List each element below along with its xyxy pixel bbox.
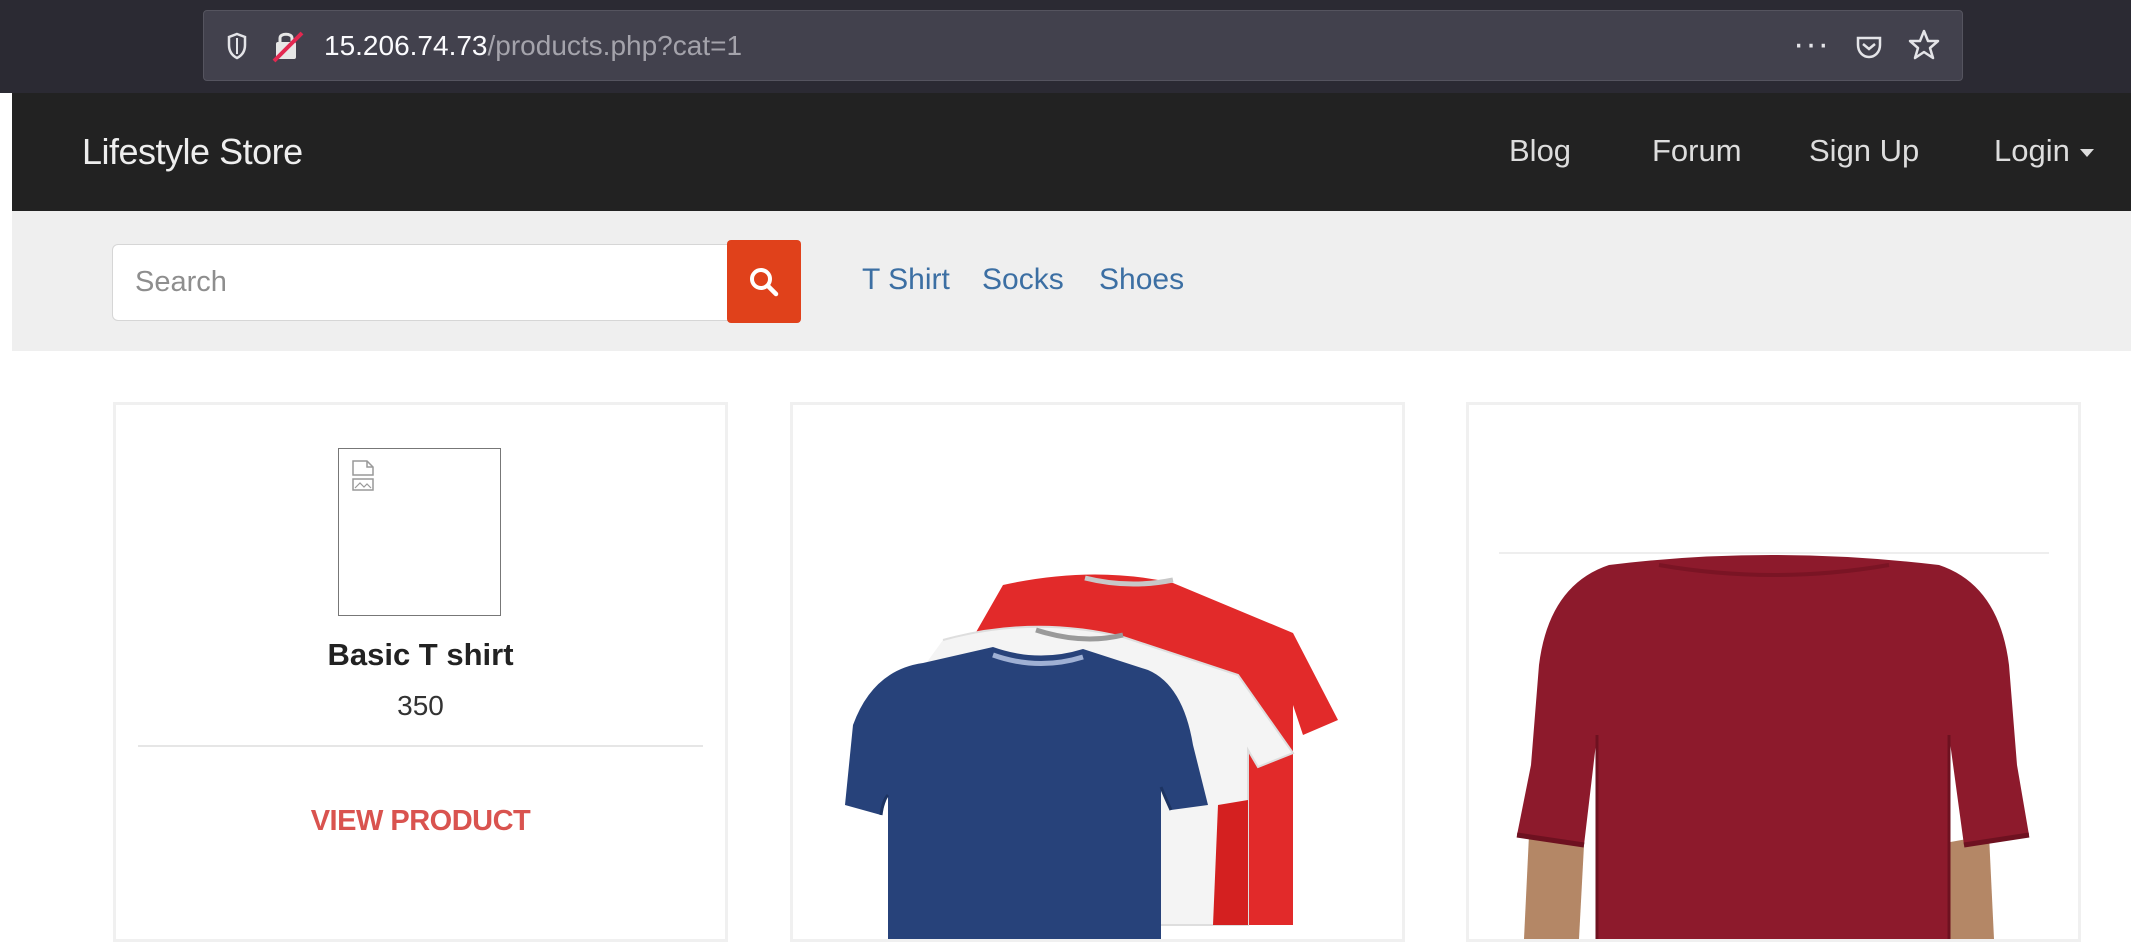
nav-signup-link[interactable]: Sign Up bbox=[1809, 133, 1919, 169]
product-name: Basic T shirt bbox=[327, 637, 514, 672]
product-price: 350 bbox=[397, 690, 444, 721]
view-product-button[interactable]: VIEW PRODUCT bbox=[116, 805, 725, 838]
nav-forum-link[interactable]: Forum bbox=[1652, 133, 1742, 169]
maroon-longsleeve-photo[interactable] bbox=[1469, 405, 2078, 939]
product-card bbox=[1466, 402, 2081, 942]
url-bar[interactable]: 15.206.74.73/products.php?cat=1 ··· bbox=[203, 10, 1963, 81]
product-card: Basic T shirt 350 VIEW PRODUCT bbox=[113, 402, 728, 942]
category-shoes-link[interactable]: Shoes bbox=[1099, 263, 1184, 297]
url-host: 15.206.74.73 bbox=[324, 30, 488, 61]
brand-link[interactable]: Lifestyle Store bbox=[82, 131, 303, 173]
search-input[interactable] bbox=[112, 244, 742, 321]
pocket-icon[interactable] bbox=[1854, 29, 1884, 63]
search-icon bbox=[750, 268, 779, 297]
nav-login-label: Login bbox=[1994, 133, 2070, 168]
product-card bbox=[790, 402, 1405, 942]
category-socks-link[interactable]: Socks bbox=[982, 263, 1064, 297]
nav-blog-link[interactable]: Blog bbox=[1509, 133, 1571, 169]
url-text[interactable]: 15.206.74.73/products.php?cat=1 bbox=[324, 29, 742, 63]
shield-icon[interactable] bbox=[226, 29, 248, 63]
url-path: /products.php?cat=1 bbox=[487, 30, 743, 61]
broken-image-icon bbox=[338, 448, 501, 616]
category-tshirt-link[interactable]: T Shirt bbox=[862, 263, 950, 297]
bookmark-star-icon[interactable] bbox=[1906, 27, 1942, 63]
card-divider bbox=[138, 745, 703, 747]
caret-down-icon bbox=[2079, 148, 2094, 157]
page-actions-menu-icon[interactable]: ··· bbox=[1793, 25, 1830, 64]
tshirt-stack-photo[interactable] bbox=[793, 405, 1402, 939]
insecure-lock-icon[interactable] bbox=[272, 29, 304, 63]
browser-toolbar: 15.206.74.73/products.php?cat=1 ··· bbox=[0, 0, 2131, 93]
search-bar-section: T Shirt Socks Shoes bbox=[12, 211, 2131, 351]
site-navbar: Lifestyle Store Blog Forum Sign Up Login bbox=[12, 93, 2131, 211]
nav-login-dropdown[interactable]: Login bbox=[1994, 133, 2094, 169]
search-button[interactable] bbox=[727, 240, 801, 323]
